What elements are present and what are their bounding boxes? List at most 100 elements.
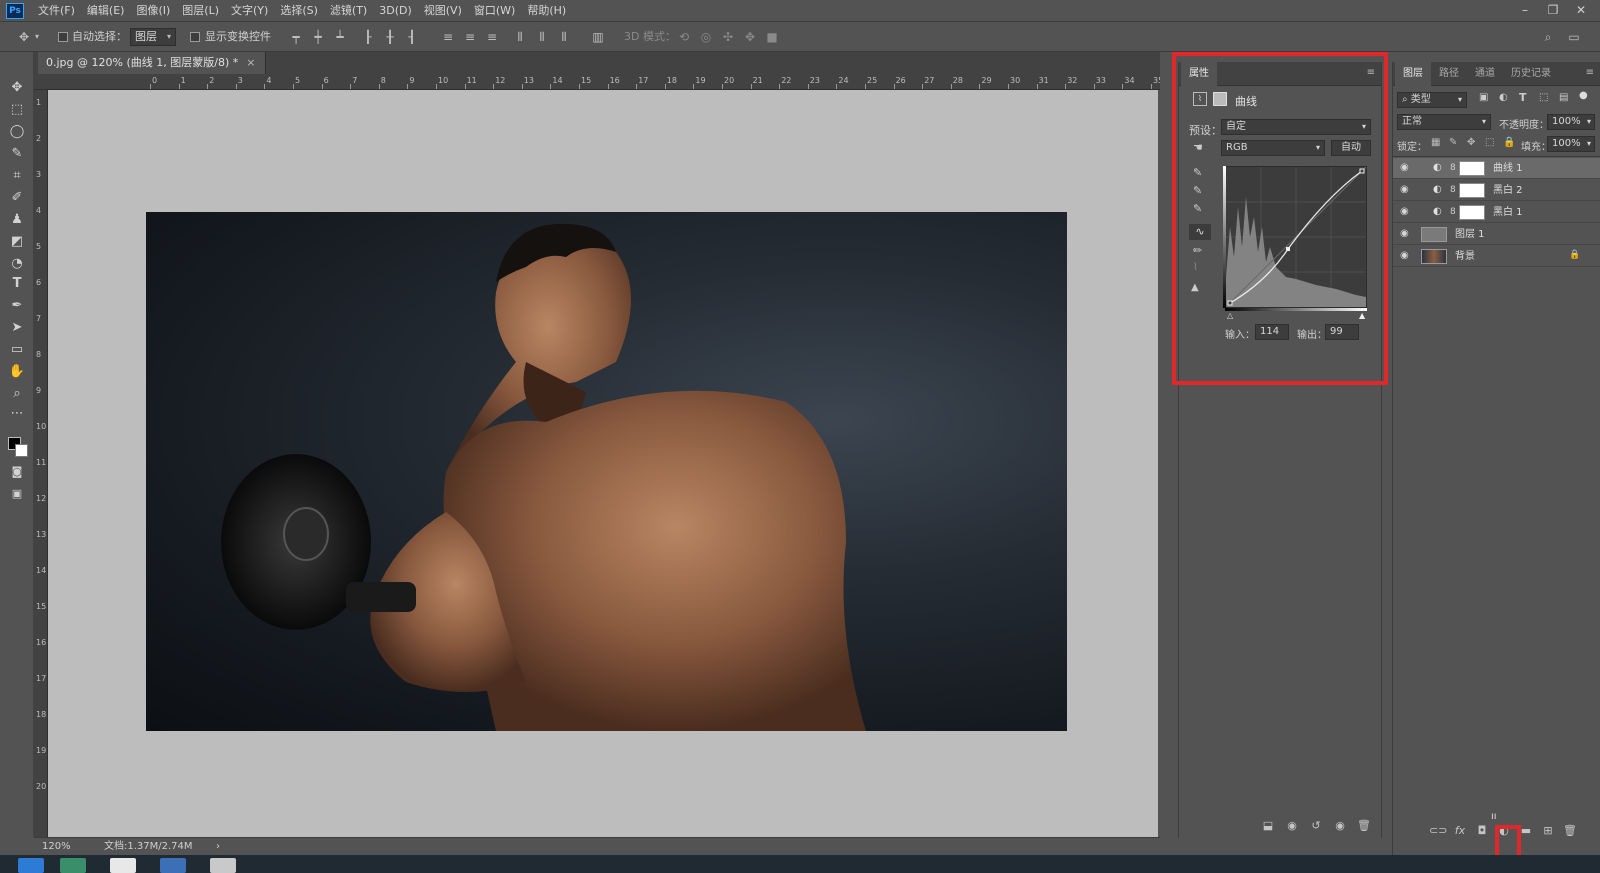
add-mask-icon[interactable]: ◘ xyxy=(1473,823,1491,839)
menu-edit[interactable]: 编辑(E) xyxy=(81,0,131,22)
quick-mask-icon[interactable]: ◙ xyxy=(7,462,27,482)
filter-type-icon[interactable]: T xyxy=(1519,91,1527,104)
clip-to-layer-icon[interactable]: ⬓ xyxy=(1259,818,1277,834)
slide-3d-icon[interactable]: ✥ xyxy=(742,29,758,45)
reset-icon[interactable]: ↺ xyxy=(1307,818,1325,834)
brush-tool-icon[interactable]: ✐ xyxy=(7,188,27,208)
distribute-bottom-icon[interactable]: ≡ xyxy=(484,29,500,45)
align-hcenter-icon[interactable]: ╂ xyxy=(382,29,398,45)
link-icon[interactable]: 8 xyxy=(1450,184,1458,196)
show-transform-checkbox[interactable] xyxy=(190,32,200,42)
align-right-icon[interactable]: ┨ xyxy=(404,29,420,45)
marquee-tool-icon[interactable]: ⬚ xyxy=(7,100,27,120)
layer-mask-thumbnail[interactable] xyxy=(1459,183,1485,198)
distribute-vcenter-icon[interactable]: ≡ xyxy=(462,29,478,45)
filter-pixel-icon[interactable]: ▣ xyxy=(1479,92,1488,103)
background-color-swatch[interactable] xyxy=(15,444,28,457)
eye-icon[interactable]: ◉ xyxy=(1400,228,1414,240)
panel-menu-icon[interactable]: ≡ xyxy=(1586,67,1594,78)
fx-icon[interactable]: fx xyxy=(1451,823,1469,839)
menu-image[interactable]: 图像(I) xyxy=(130,0,176,22)
menu-select[interactable]: 选择(S) xyxy=(274,0,324,22)
close-icon[interactable]: ✕ xyxy=(1568,0,1594,22)
menu-layer[interactable]: 图层(L) xyxy=(176,0,225,22)
close-icon[interactable]: × xyxy=(246,56,255,69)
tab-history[interactable]: 历史记录 xyxy=(1503,62,1559,86)
distribute-left-icon[interactable]: ⫴ xyxy=(512,29,528,45)
layer-row-layer-1[interactable]: ◉ 图层 1 xyxy=(1393,224,1600,245)
link-icon[interactable]: 8 xyxy=(1450,162,1458,174)
restore-icon[interactable]: ❐ xyxy=(1540,0,1566,22)
zoom-tool-icon[interactable]: ⌕ xyxy=(7,384,27,404)
dodge-tool-icon[interactable]: ◔ xyxy=(7,254,27,274)
menu-help[interactable]: 帮助(H) xyxy=(521,0,572,22)
move-tool-icon[interactable]: ✥ xyxy=(16,29,32,45)
pen-tool-icon[interactable]: ✒ xyxy=(7,296,27,316)
document-tab[interactable]: 0.jpg @ 120% (曲线 1, 图层蒙版/8) * × xyxy=(38,52,267,74)
distribute-top-icon[interactable]: ≡ xyxy=(440,29,456,45)
new-layer-icon[interactable]: ⊞ xyxy=(1539,823,1557,839)
lock-all-icon[interactable]: 🔒 xyxy=(1503,137,1515,148)
layer-row-background[interactable]: ◉ 背景 🔒 xyxy=(1393,246,1600,267)
minimize-icon[interactable]: – xyxy=(1512,0,1538,22)
orbit-3d-icon[interactable]: ⟲ xyxy=(676,29,692,45)
more-tools-icon[interactable]: ⋯ xyxy=(7,404,27,424)
app-icon[interactable] xyxy=(210,858,236,873)
blend-mode-dropdown[interactable]: 正常 ▾ xyxy=(1397,114,1491,130)
eye-icon[interactable]: ◉ xyxy=(1400,184,1414,196)
zoom-level[interactable]: 120% xyxy=(42,838,71,855)
tab-channels[interactable]: 通道 xyxy=(1467,62,1503,86)
menu-3d[interactable]: 3D(D) xyxy=(373,0,418,22)
tab-layers[interactable]: 图层 xyxy=(1395,62,1431,86)
lock-artboard-icon[interactable]: ⬚ xyxy=(1485,137,1494,148)
search-icon[interactable]: ⌕ xyxy=(1540,29,1556,45)
scale-3d-icon[interactable]: ■ xyxy=(764,29,780,45)
layer-row-bw-2[interactable]: ◉ ◐ 8 黑白 2 xyxy=(1393,180,1600,201)
link-icon[interactable]: 8 xyxy=(1450,206,1458,218)
pan-3d-icon[interactable]: ✣ xyxy=(720,29,736,45)
app-icon[interactable] xyxy=(110,858,136,873)
workspace-icon[interactable]: ▭ xyxy=(1566,29,1582,45)
distribute-right-icon[interactable]: ⫴ xyxy=(556,29,572,45)
align-bottom-icon[interactable]: ┷ xyxy=(332,29,348,45)
layer-mask-thumbnail[interactable] xyxy=(1459,205,1485,220)
trash-icon[interactable]: 🗑 xyxy=(1355,818,1373,834)
view-previous-icon[interactable]: ◉ xyxy=(1283,818,1301,834)
auto-select-dropdown[interactable]: 图层 ▾ xyxy=(130,28,176,46)
align-vcenter-icon[interactable]: ┿ xyxy=(310,29,326,45)
filter-adjustment-icon[interactable]: ◐ xyxy=(1499,92,1508,103)
app-icon[interactable] xyxy=(60,858,86,873)
filter-toggle-icon[interactable]: ● xyxy=(1579,90,1588,101)
layer-mask-thumbnail[interactable] xyxy=(1459,161,1485,176)
app-icon[interactable] xyxy=(160,858,186,873)
chevron-right-icon[interactable]: › xyxy=(216,838,220,855)
lock-image-icon[interactable]: ✎ xyxy=(1449,137,1457,148)
filter-shape-icon[interactable]: ⬚ xyxy=(1539,92,1548,103)
eraser-tool-icon[interactable]: ◩ xyxy=(7,232,27,252)
filter-smart-object-icon[interactable]: ▤ xyxy=(1559,92,1568,103)
layer-row-bw-1[interactable]: ◉ ◐ 8 黑白 1 xyxy=(1393,202,1600,223)
menu-filter[interactable]: 滤镜(T) xyxy=(324,0,373,22)
rectangle-tool-icon[interactable]: ▭ xyxy=(7,340,27,360)
layer-row-curves-1[interactable]: ◉ ◐ 8 曲线 1 xyxy=(1393,158,1600,179)
trash-icon[interactable]: 🗑 xyxy=(1561,823,1579,839)
eye-icon[interactable]: ◉ xyxy=(1400,162,1414,174)
auto-align-icon[interactable]: ▥ xyxy=(590,29,606,45)
screen-mode-icon[interactable]: ▣ xyxy=(7,484,27,504)
document-image[interactable] xyxy=(146,212,1067,731)
auto-select-checkbox[interactable] xyxy=(58,32,68,42)
lasso-tool-icon[interactable]: ◯ xyxy=(7,122,27,142)
visibility-eye-icon[interactable]: ◉ xyxy=(1331,818,1349,834)
stamp-tool-icon[interactable]: ♟ xyxy=(7,210,27,230)
distribute-hcenter-icon[interactable]: ⫴ xyxy=(534,29,550,45)
quick-select-tool-icon[interactable]: ✎ xyxy=(7,144,27,164)
roll-3d-icon[interactable]: ◎ xyxy=(698,29,714,45)
fill-field[interactable]: 100% ▾ xyxy=(1547,136,1595,152)
menu-view[interactable]: 视图(V) xyxy=(418,0,468,22)
start-icon[interactable] xyxy=(18,858,44,873)
menu-window[interactable]: 窗口(W) xyxy=(468,0,521,22)
crop-tool-icon[interactable]: ⌗ xyxy=(7,166,27,186)
path-select-tool-icon[interactable]: ➤ xyxy=(7,318,27,338)
lock-transparent-icon[interactable]: ▦ xyxy=(1431,137,1440,148)
move-tool-icon[interactable]: ✥ xyxy=(7,78,27,98)
